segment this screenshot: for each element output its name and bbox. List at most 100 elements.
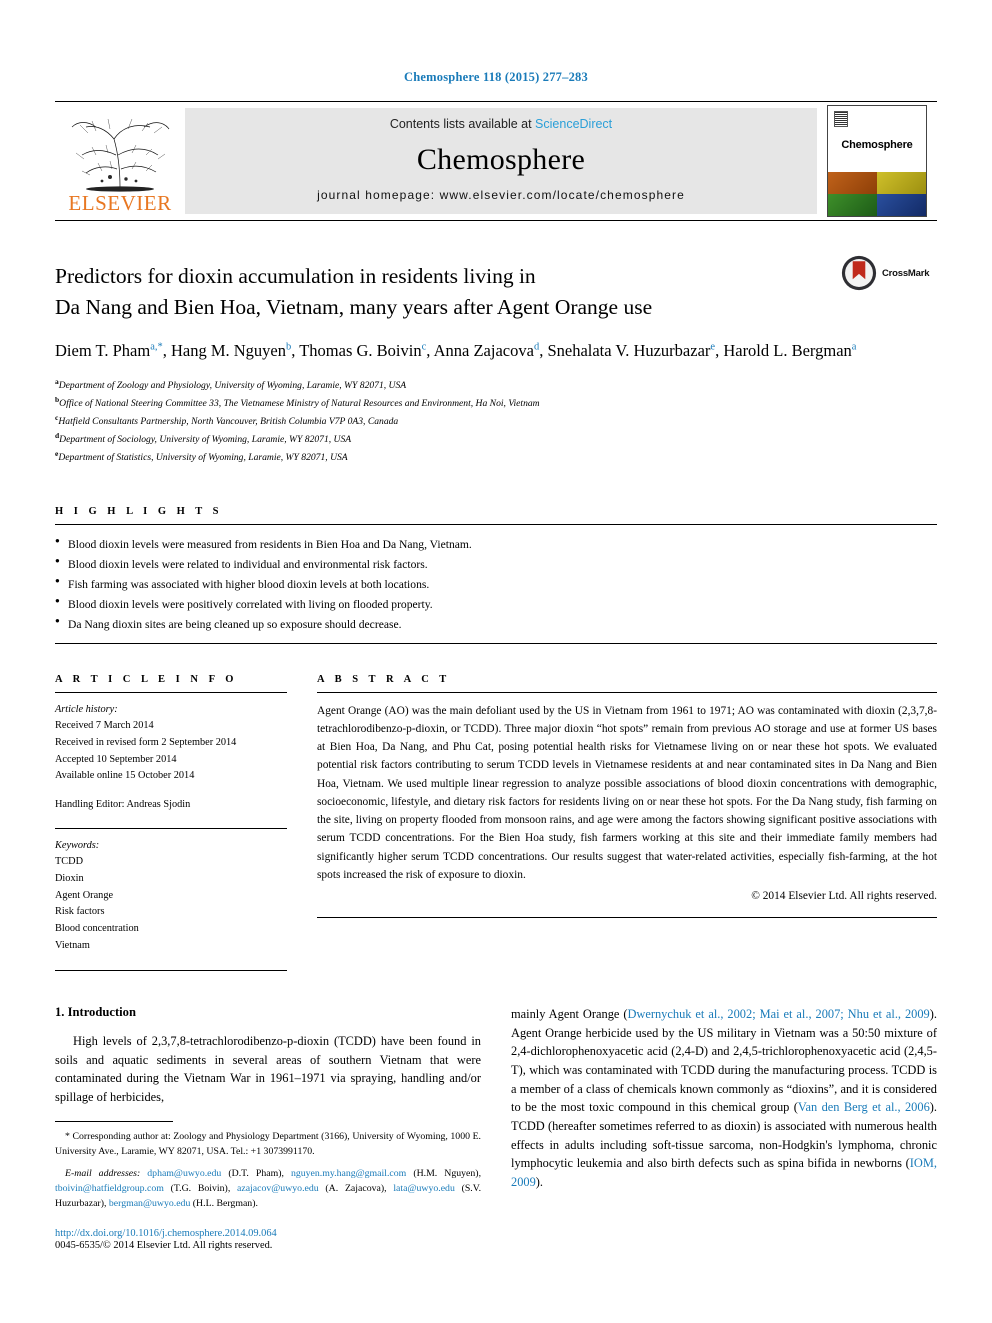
title-line-2: Da Nang and Bien Hoa, Vietnam, many year…: [55, 294, 653, 319]
author-name: Thomas G. Boivin: [299, 341, 422, 361]
email-link[interactable]: nguyen.my.hang@gmail.com: [291, 1168, 406, 1179]
cover-journal-name: Chemosphere: [841, 139, 913, 151]
abstract-label: A B S T R A C T: [317, 673, 451, 685]
author-item: Harold L. Bergmana: [723, 341, 856, 360]
doi-link[interactable]: http://dx.doi.org/10.1016/j.chemosphere.…: [55, 1228, 277, 1239]
intro-right-text-a: mainly Agent Orange (: [511, 1007, 628, 1022]
doi-line: http://dx.doi.org/10.1016/j.chemosphere.…: [55, 1228, 481, 1239]
journal-cover-thumbnail: Chemosphere: [817, 102, 937, 220]
highlight-item: Blood dioxin levels were positively corr…: [55, 594, 937, 615]
author-affil-marker: c: [421, 341, 427, 353]
author-item: Diem T. Phama,*: [55, 341, 163, 360]
email-label: E-mail addresses:: [65, 1168, 141, 1180]
running-head: Chemosphere 118 (2015) 277–283: [404, 70, 588, 84]
intro-right-text-d: ).: [535, 1174, 544, 1189]
keywords-block: Keywords: TCDD Dioxin Agent Orange Risk …: [55, 838, 287, 955]
affiliation-item: bOffice of National Steering Committee 3…: [55, 394, 937, 412]
corresponding-text: Corresponding author at: Zoology and Phy…: [55, 1130, 482, 1157]
email-link[interactable]: tboivin@hatfieldgroup.com: [55, 1183, 164, 1194]
highlights-rule-top: [55, 523, 937, 525]
corresponding-author-note: * Corresponding author at: Zoology and P…: [55, 1129, 481, 1159]
author-affil-marker: d: [533, 341, 540, 353]
affiliation-text: Department of Sociology, University of W…: [59, 433, 352, 445]
highlights-rule-bottom: [55, 642, 937, 644]
email-link[interactable]: bergman@uwyo.edu: [109, 1198, 190, 1209]
contents-available-line: Contents lists available at ScienceDirec…: [390, 117, 612, 131]
abstract-text: Agent Orange (AO) was the main defoliant…: [317, 704, 937, 881]
affiliation-list: aDepartment of Zoology and Physiology, U…: [55, 376, 937, 466]
email-person: (T.G. Boivin): [170, 1183, 228, 1195]
body-right-column: mainly Agent Orange (Dwernychuk et al., …: [511, 1005, 937, 1250]
info-abstract-columns: A R T I C L E I N F O Article history: R…: [55, 674, 937, 972]
abstract-column: A B S T R A C T Agent Orange (AO) was th…: [317, 674, 937, 972]
highlights-list: Blood dioxin levels were measured from r…: [55, 534, 937, 635]
email-person: (D.T. Pham): [228, 1168, 282, 1180]
author-item: Anna Zajacovad: [434, 341, 540, 360]
sciencedirect-link[interactable]: ScienceDirect: [535, 117, 612, 131]
citation-link[interactable]: Van den Berg et al., 2006: [798, 1100, 930, 1114]
cover-tile-1: [828, 172, 877, 194]
title-line-1: Predictors for dioxin accumulation in re…: [55, 264, 536, 288]
intro-paragraph-right: mainly Agent Orange (Dwernychuk et al., …: [511, 1005, 937, 1191]
keywords-rule-bottom: [55, 970, 287, 972]
keywords-title: Keywords:: [55, 839, 100, 851]
journal-band: Contents lists available at ScienceDirec…: [185, 108, 817, 214]
affiliation-item: cHatfield Consultants Partnership, North…: [55, 412, 937, 430]
author-name: Harold L. Bergman: [723, 341, 852, 361]
elsevier-wordmark: ELSEVIER: [68, 191, 172, 215]
affiliation-text: Office of National Steering Committee 33…: [59, 397, 540, 409]
affiliation-item: aDepartment of Zoology and Physiology, U…: [55, 376, 937, 394]
highlight-item: Fish farming was associated with higher …: [55, 574, 937, 595]
affiliation-text: Hatfield Consultants Partnership, North …: [58, 415, 399, 427]
keyword-item: Risk factors: [55, 906, 105, 918]
author-affil-marker: b: [286, 341, 292, 353]
email-person: (A. Zajacova): [325, 1183, 385, 1195]
keyword-item: Dioxin: [55, 872, 84, 884]
intro-paragraph-left: High levels of 2,3,7,8-tetrachlorodibenz…: [55, 1034, 481, 1105]
highlights-section: H I G H L I G H T S Blood dioxin levels …: [55, 506, 937, 644]
affiliation-item: eDepartment of Statistics, University of…: [55, 448, 937, 466]
citation-link[interactable]: Dwernychuk et al., 2002; Mai et al., 200…: [627, 1007, 929, 1021]
email-link[interactable]: azajacov@uwyo.edu: [237, 1183, 319, 1194]
abstract-rule-bottom: [317, 917, 937, 919]
cover-tile-3: [828, 194, 877, 216]
email-person: (H.L. Bergman): [192, 1198, 256, 1210]
paper-page: Chemosphere 118 (2015) 277–283 ELSEVIER …: [0, 0, 992, 1323]
keywords-rule: [55, 827, 287, 829]
article-history-title: Article history:: [55, 703, 118, 715]
keyword-item: Vietnam: [55, 939, 90, 951]
email-link[interactable]: dpham@uwyo.edu: [147, 1168, 221, 1179]
author-name: Hang M. Nguyen: [170, 341, 287, 361]
page-title: Predictors for dioxin accumulation in re…: [55, 261, 815, 322]
article-history-item: Available online 15 October 2014: [55, 770, 195, 782]
journal-title: Chemosphere: [416, 142, 586, 176]
author-affil-marker: a,*: [150, 341, 163, 353]
keyword-item: Blood concentration: [55, 922, 139, 934]
footnote-rule: [55, 1120, 173, 1122]
keyword-item: Agent Orange: [55, 889, 114, 901]
abstract-rule: [317, 691, 937, 693]
author-item: Thomas G. Boivinc: [299, 341, 426, 360]
article-info-label: A R T I C L E I N F O: [55, 673, 238, 685]
author-item: Snehalata V. Huzurbazare: [547, 341, 715, 360]
article-history-item: Received in revised form 2 September 201…: [55, 736, 237, 748]
section-heading-introduction: 1. Introduction: [55, 1005, 136, 1020]
article-history: Article history: Received 7 March 2014 R…: [55, 702, 287, 814]
cover-photo-grid: [828, 172, 926, 216]
author-item: Hang M. Nguyenb: [171, 341, 291, 360]
article-info-column: A R T I C L E I N F O Article history: R…: [55, 674, 287, 972]
article-info-rule: [55, 691, 287, 693]
keyword-item: TCDD: [55, 856, 84, 868]
article-history-item: Accepted 10 September 2014: [55, 753, 177, 765]
crossmark-label: CrossMark: [882, 267, 930, 279]
intro-right-text-b: ). Agent Orange herbicide used by the US…: [511, 1007, 937, 1115]
email-link[interactable]: lata@uwyo.edu: [393, 1183, 455, 1194]
highlight-item: Blood dioxin levels were measured from r…: [55, 534, 937, 555]
journal-homepage-link[interactable]: journal homepage: www.elsevier.com/locat…: [317, 188, 685, 202]
body-left-column: 1. Introduction High levels of 2,3,7,8-t…: [55, 1005, 481, 1251]
author-affil-marker: a: [851, 341, 857, 353]
author-name: Snehalata V. Huzurbazar: [547, 341, 711, 361]
crossmark-badge[interactable]: CrossMark: [841, 253, 937, 293]
handling-editor: Handling Editor: Andreas Sjodin: [55, 798, 191, 810]
highlight-item: Blood dioxin levels were related to indi…: [55, 554, 937, 575]
